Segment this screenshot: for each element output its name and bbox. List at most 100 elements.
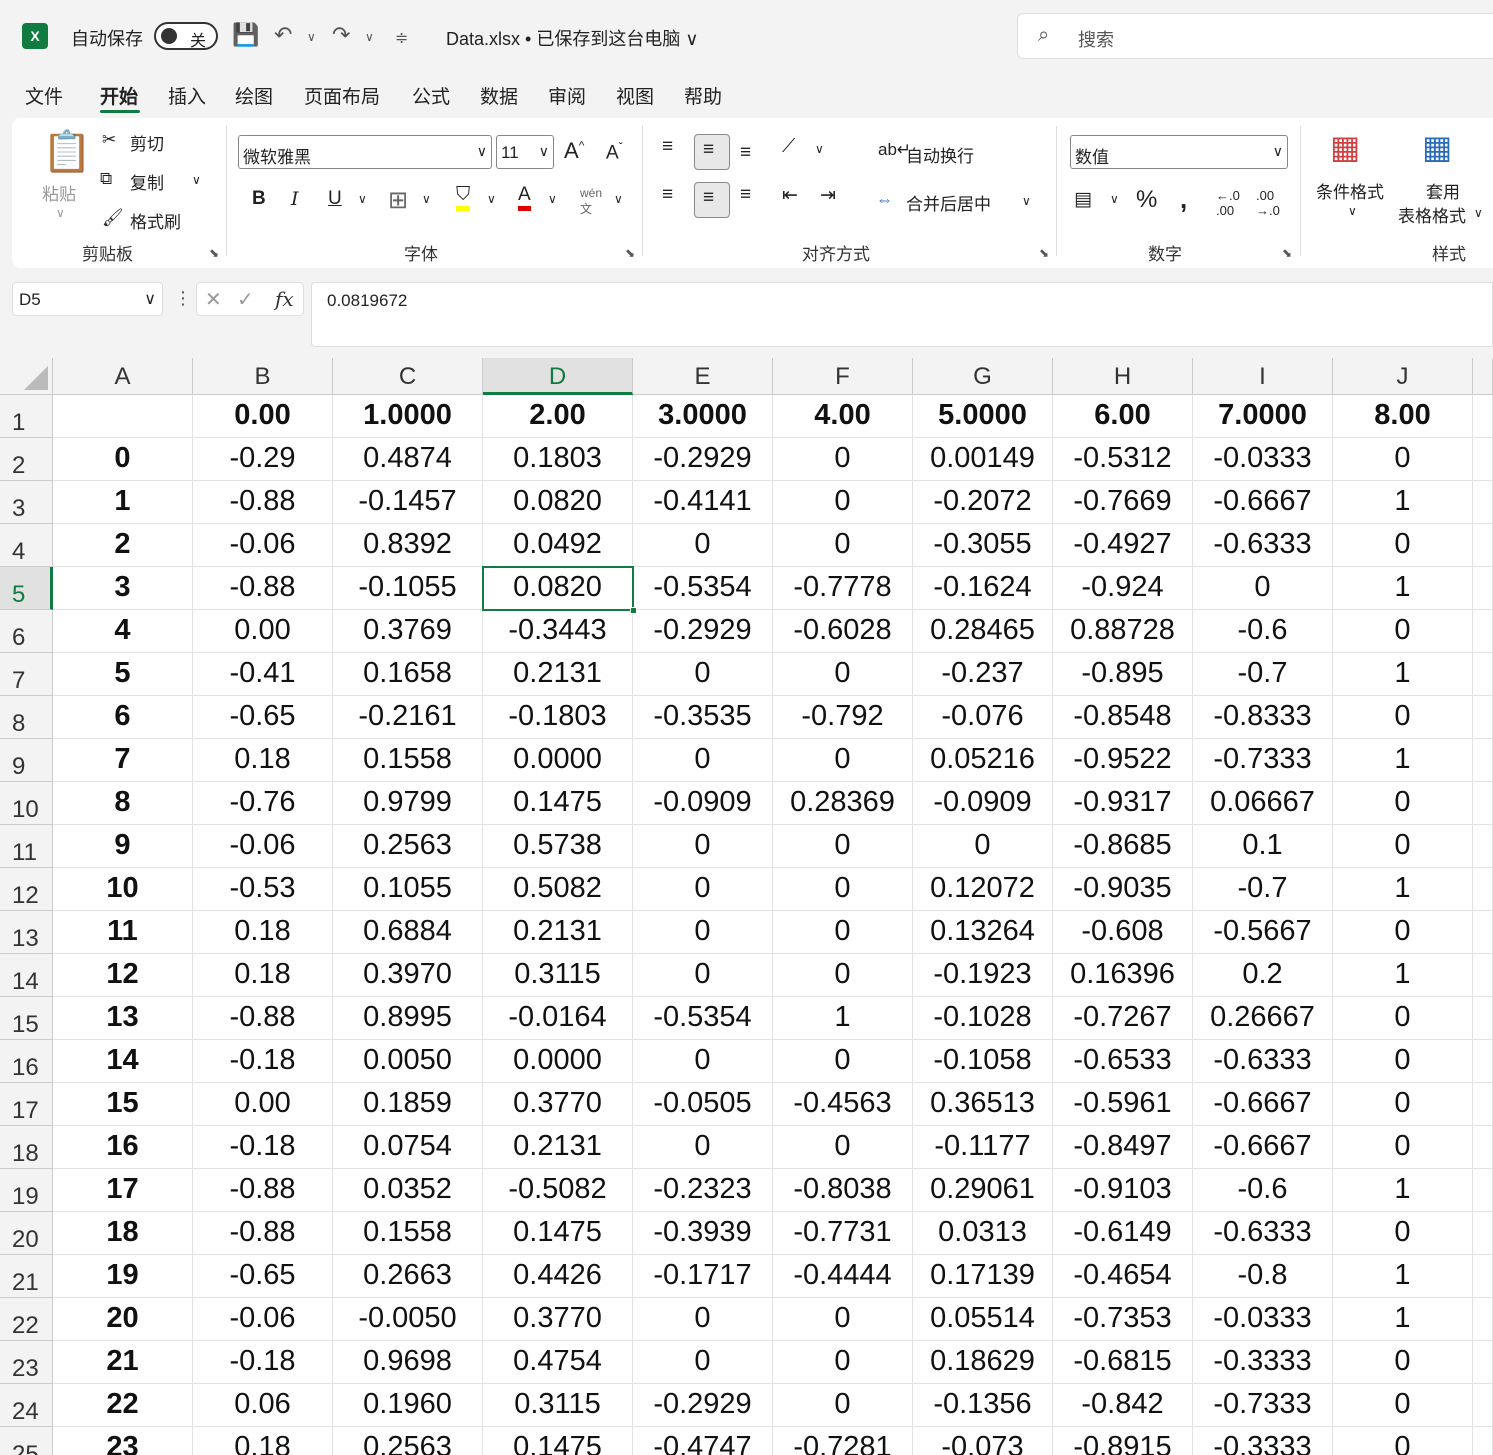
cell-j1[interactable]: 8.00: [1333, 395, 1473, 438]
cell-d16[interactable]: 0.0000: [483, 1040, 633, 1083]
cell-f9[interactable]: 0: [773, 739, 913, 782]
borders-icon[interactable]: ⊞: [388, 186, 408, 215]
cell-c19[interactable]: 0.0352: [333, 1169, 483, 1212]
row-header-23[interactable]: 23: [0, 1341, 53, 1384]
cell-g7[interactable]: -0.237: [913, 653, 1053, 696]
increase-font-icon[interactable]: A^: [564, 138, 584, 164]
column-header-a[interactable]: A: [53, 358, 193, 395]
accounting-dropdown-icon[interactable]: ∨: [1110, 192, 1119, 206]
cell-g22[interactable]: 0.05514: [913, 1298, 1053, 1341]
cell-a22[interactable]: 20: [53, 1298, 193, 1341]
cell-g20[interactable]: 0.0313: [913, 1212, 1053, 1255]
cell-g10[interactable]: -0.0909: [913, 782, 1053, 825]
cell-j13[interactable]: 0: [1333, 911, 1473, 954]
cell-f14[interactable]: 0: [773, 954, 913, 997]
cell-c4[interactable]: 0.8392: [333, 524, 483, 567]
cell-g1[interactable]: 5.0000: [913, 395, 1053, 438]
phonetic-icon[interactable]: wén 文: [580, 186, 602, 217]
name-box[interactable]: D5 ∨: [12, 282, 163, 316]
alignment-launcher-icon[interactable]: ⬊: [1039, 246, 1049, 260]
tab-file[interactable]: 文件: [25, 82, 63, 109]
cell-e10[interactable]: -0.0909: [633, 782, 773, 825]
cell-a17[interactable]: 15: [53, 1083, 193, 1126]
cell-c24[interactable]: 0.1960: [333, 1384, 483, 1427]
align-center-button[interactable]: ≡: [694, 182, 730, 218]
borders-dropdown-icon[interactable]: ∨: [422, 192, 431, 206]
cell-g14[interactable]: -0.1923: [913, 954, 1053, 997]
cell-c17[interactable]: 0.1859: [333, 1083, 483, 1126]
cell-b13[interactable]: 0.18: [193, 911, 333, 954]
cell-c18[interactable]: 0.0754: [333, 1126, 483, 1169]
fill-color-icon[interactable]: ⛉: [456, 184, 471, 211]
redo-icon[interactable]: ↷: [332, 22, 350, 48]
cell-e2[interactable]: -0.2929: [633, 438, 773, 481]
more-options-icon[interactable]: ⋮: [174, 288, 192, 309]
decrease-indent-icon[interactable]: ⇤: [782, 184, 798, 207]
row-header-24[interactable]: 24: [0, 1384, 53, 1427]
row-header-19[interactable]: 19: [0, 1169, 53, 1212]
cell-d7[interactable]: 0.2131: [483, 653, 633, 696]
number-format-combo[interactable]: 数值 ∨: [1070, 135, 1288, 169]
cell-b2[interactable]: -0.29: [193, 438, 333, 481]
row-header-10[interactable]: 10: [0, 782, 53, 825]
cell-b15[interactable]: -0.88: [193, 997, 333, 1040]
tab-formulas[interactable]: 公式: [412, 82, 450, 109]
underline-dropdown-icon[interactable]: ∨: [358, 192, 367, 206]
cell-i25[interactable]: -0.3333: [1193, 1427, 1333, 1455]
cell-a16[interactable]: 14: [53, 1040, 193, 1083]
row-header-15[interactable]: 15: [0, 997, 53, 1040]
cell-d8[interactable]: -0.1803: [483, 696, 633, 739]
cell-e18[interactable]: 0: [633, 1126, 773, 1169]
cell-c13[interactable]: 0.6884: [333, 911, 483, 954]
cell-e3[interactable]: -0.4141: [633, 481, 773, 524]
cell-j18[interactable]: 0: [1333, 1126, 1473, 1169]
copy-button[interactable]: 复制: [130, 169, 164, 194]
cell-h9[interactable]: -0.9522: [1053, 739, 1193, 782]
cell-g24[interactable]: -0.1356: [913, 1384, 1053, 1427]
cell-j3[interactable]: 1: [1333, 481, 1473, 524]
merge-dropdown-icon[interactable]: ∨: [1022, 194, 1031, 208]
cell-c25[interactable]: 0.2563: [333, 1427, 483, 1455]
cell-c10[interactable]: 0.9799: [333, 782, 483, 825]
cell-a18[interactable]: 16: [53, 1126, 193, 1169]
cell-d12[interactable]: 0.5082: [483, 868, 633, 911]
cell-f10[interactable]: 0.28369: [773, 782, 913, 825]
row-header-7[interactable]: 7: [0, 653, 53, 696]
cell-c5[interactable]: -0.1055: [333, 567, 483, 610]
cell-c11[interactable]: 0.2563: [333, 825, 483, 868]
cell-d9[interactable]: 0.0000: [483, 739, 633, 782]
column-header-e[interactable]: E: [633, 358, 773, 395]
cell-e6[interactable]: -0.2929: [633, 610, 773, 653]
cell-b23[interactable]: -0.18: [193, 1341, 333, 1384]
cell-d1[interactable]: 2.00: [483, 395, 633, 438]
cell-d18[interactable]: 0.2131: [483, 1126, 633, 1169]
cell-i23[interactable]: -0.3333: [1193, 1341, 1333, 1384]
cell-c8[interactable]: -0.2161: [333, 696, 483, 739]
cell-i1[interactable]: 7.0000: [1193, 395, 1333, 438]
font-color-dropdown-icon[interactable]: ∨: [548, 192, 557, 206]
cell-a1[interactable]: [53, 395, 193, 438]
row-header-11[interactable]: 11: [0, 825, 53, 868]
row-header-14[interactable]: 14: [0, 954, 53, 997]
cell-j12[interactable]: 1: [1333, 868, 1473, 911]
cell-j19[interactable]: 1: [1333, 1169, 1473, 1212]
cell-i8[interactable]: -0.8333: [1193, 696, 1333, 739]
cell-i17[interactable]: -0.6667: [1193, 1083, 1333, 1126]
cell-d17[interactable]: 0.3770: [483, 1083, 633, 1126]
cell-j14[interactable]: 1: [1333, 954, 1473, 997]
cell-a6[interactable]: 4: [53, 610, 193, 653]
undo-icon[interactable]: ↶: [274, 22, 292, 48]
cell-e17[interactable]: -0.0505: [633, 1083, 773, 1126]
format-as-table-line2[interactable]: 表格格式: [1398, 202, 1466, 227]
cell-e25[interactable]: -0.4747: [633, 1427, 773, 1455]
merge-center-button[interactable]: 合并后居中: [906, 190, 991, 215]
cell-b10[interactable]: -0.76: [193, 782, 333, 825]
cell-f13[interactable]: 0: [773, 911, 913, 954]
column-header-h[interactable]: H: [1053, 358, 1193, 395]
underline-icon[interactable]: U: [328, 188, 342, 210]
conditional-format-button[interactable]: 条件格式: [1316, 178, 1384, 203]
row-header-21[interactable]: 21: [0, 1255, 53, 1298]
cell-h5[interactable]: -0.924: [1053, 567, 1193, 610]
cell-c22[interactable]: -0.0050: [333, 1298, 483, 1341]
cell-d2[interactable]: 0.1803: [483, 438, 633, 481]
